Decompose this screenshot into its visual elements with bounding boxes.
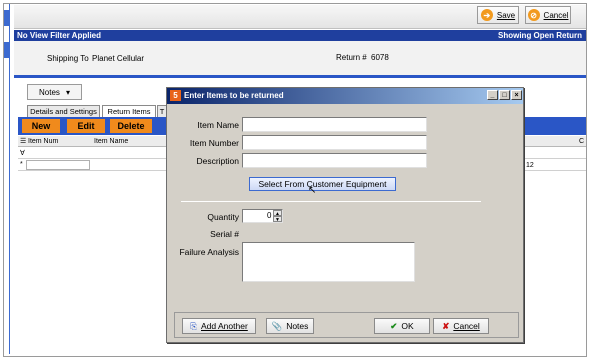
cursor-icon: ↖ — [308, 185, 317, 196]
item-num-cell[interactable] — [26, 160, 90, 170]
add-icon: ⎘ — [190, 320, 197, 331]
app-logo-icon: 5 — [170, 90, 181, 101]
failure-analysis-label: Failure Analysis — [179, 247, 239, 257]
new-row-icon: * — [20, 161, 23, 168]
paperclip-icon: 📎 — [271, 320, 283, 331]
serial-label: Serial # — [210, 229, 239, 239]
showing-status: Showing Open Return — [498, 31, 582, 40]
dialog-titlebar[interactable]: 5 Enter Items to be returned _ □ × — [167, 88, 523, 104]
minimize-icon[interactable]: _ — [487, 90, 498, 100]
quantity-stepper[interactable]: 0 ▲ ▼ — [242, 209, 283, 223]
return-number: 6078 — [371, 53, 389, 62]
left-marker — [4, 10, 9, 26]
cancel-icon: ⊘ — [527, 9, 540, 21]
edit-button[interactable]: Edit — [67, 119, 105, 133]
save-icon: ➔ — [480, 9, 493, 21]
notes-dropdown[interactable]: Notes ▾ — [27, 84, 82, 100]
checkmark-icon: ✔ — [390, 320, 398, 331]
item-name-label: Item Name — [197, 120, 239, 130]
enter-items-dialog: 5 Enter Items to be returned _ □ × Item … — [166, 87, 524, 343]
maximize-icon[interactable]: □ — [499, 90, 510, 100]
status-bar: No View Filter Applied Showing Open Retu… — [14, 30, 586, 41]
chevron-down-icon: ▾ — [65, 87, 70, 97]
description-label: Description — [196, 156, 239, 166]
cancel-button[interactable]: ⊘ Cancel — [525, 6, 571, 24]
grid-icon: ☰ — [20, 138, 27, 145]
save-button[interactable]: ➔ Save — [477, 6, 519, 24]
description-input[interactable] — [242, 153, 427, 168]
filter-icon: ∀ — [20, 150, 25, 157]
add-another-button[interactable]: ⎘ Add Another — [182, 318, 256, 334]
item-number-label: Item Number — [189, 138, 239, 148]
tab-details-settings[interactable]: Details and Settings — [27, 105, 100, 117]
delete-button[interactable]: Delete — [110, 119, 152, 133]
dialog-title: Enter Items to be returned — [184, 91, 284, 100]
shipping-value: Planet Cellular — [92, 54, 145, 63]
select-customer-equipment-button[interactable]: Select From Customer Equipment — [249, 177, 396, 191]
quantity-value: 0 — [267, 211, 272, 220]
quantity-label: Quantity — [207, 212, 239, 222]
item-number-input[interactable] — [242, 135, 427, 150]
failure-analysis-input[interactable] — [242, 242, 415, 282]
x-icon: ✘ — [442, 320, 450, 331]
filter-status: No View Filter Applied — [17, 31, 102, 40]
col-item-name[interactable]: Item Name — [94, 138, 128, 145]
item-name-input[interactable] — [242, 117, 427, 132]
left-marker — [4, 42, 9, 58]
row-value: 12 — [526, 162, 534, 169]
notes-button[interactable]: 📎 Notes — [266, 318, 314, 334]
down-arrow-icon[interactable]: ▼ — [273, 216, 282, 223]
return-info-panel: Shipping To Planet Cellular Return # 607… — [14, 41, 586, 75]
tab-return-items[interactable]: Return Items — [102, 105, 156, 117]
new-button[interactable]: New — [22, 119, 60, 133]
col-right[interactable]: C — [579, 138, 584, 145]
shipping-label: Shipping To — [47, 54, 89, 63]
return-label: Return # — [336, 53, 367, 62]
close-icon[interactable]: × — [511, 90, 522, 100]
col-item-num[interactable]: Item Num — [28, 138, 58, 145]
ok-button[interactable]: ✔ OK — [374, 318, 430, 334]
dialog-cancel-button[interactable]: ✘ Cancel — [433, 318, 489, 334]
separator — [181, 201, 481, 202]
